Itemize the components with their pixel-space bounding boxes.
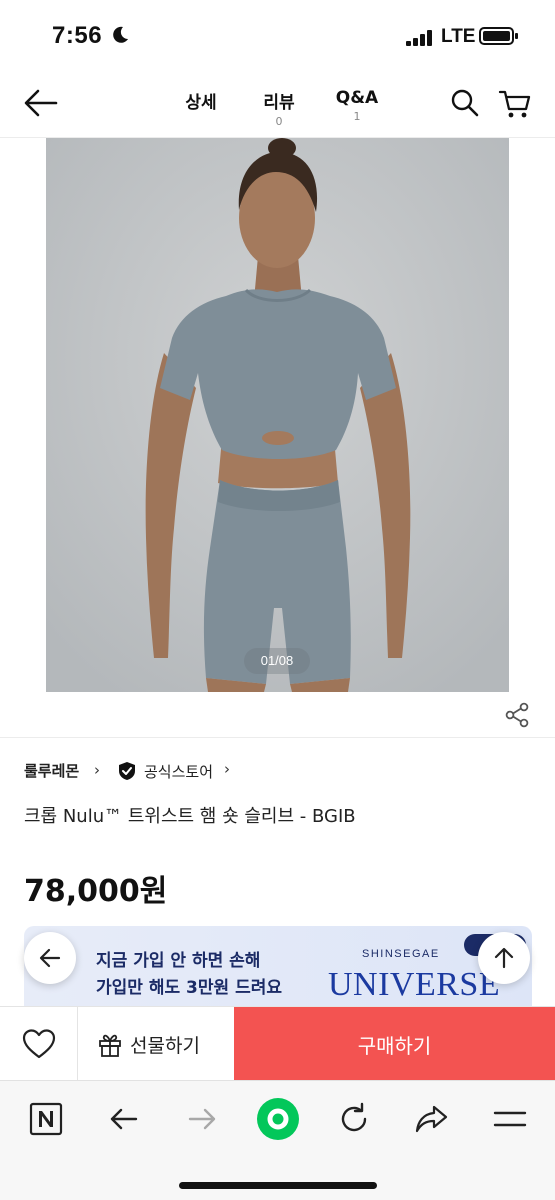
heart-icon bbox=[22, 1029, 56, 1059]
wishlist-button[interactable] bbox=[0, 1007, 78, 1081]
browser-forward-icon[interactable] bbox=[184, 1101, 220, 1137]
banner-line-1: 지금 가입 안 하면 손해 bbox=[96, 951, 261, 971]
moon-icon bbox=[113, 26, 128, 43]
floating-back-button[interactable] bbox=[24, 932, 76, 984]
gift-label: 선물하기 bbox=[130, 1035, 200, 1057]
arrow-left-icon bbox=[39, 948, 61, 968]
arrow-up-icon bbox=[494, 947, 514, 969]
cart-icon[interactable] bbox=[498, 88, 532, 120]
buy-button[interactable]: 구매하기 bbox=[234, 1007, 555, 1081]
search-icon[interactable] bbox=[450, 88, 480, 118]
tab-review[interactable]: 리뷰 0 bbox=[258, 88, 300, 128]
share-icon[interactable] bbox=[504, 702, 530, 728]
buy-label: 구매하기 bbox=[357, 1034, 432, 1058]
chevron-right-icon: › bbox=[224, 760, 230, 778]
chevron-right-icon: › bbox=[94, 761, 100, 779]
banner-brand-big: UNIVERSE bbox=[328, 966, 501, 1003]
image-counter: 01/08 bbox=[244, 648, 310, 674]
divider bbox=[0, 737, 555, 738]
official-store-label: 공식스토어 bbox=[144, 763, 214, 781]
gift-button[interactable]: 선물하기 bbox=[78, 1007, 234, 1081]
banner-brand-small: SHINSEGAE bbox=[362, 948, 440, 960]
battery-icon bbox=[479, 27, 518, 45]
purchase-bar: 선물하기 구매하기 bbox=[0, 1006, 555, 1081]
promo-banner[interactable]: 지금 가입 안 하면 손해 가입만 해도 3만원 드려요 SHINSEGAE U… bbox=[24, 926, 532, 1008]
green-dot-icon[interactable] bbox=[256, 1097, 300, 1141]
tab-qa-label: Q&A bbox=[335, 88, 379, 108]
shield-check-icon bbox=[119, 762, 135, 780]
brand-link[interactable]: 룰루레몬 bbox=[24, 760, 79, 781]
tab-review-count: 0 bbox=[275, 115, 283, 128]
menu-icon[interactable] bbox=[492, 1101, 528, 1137]
scroll-top-button[interactable] bbox=[478, 932, 530, 984]
banner-line-2: 가입만 해도 3만원 드려요 bbox=[96, 978, 282, 998]
top-nav: 상세 리뷰 0 Q&A 1 bbox=[0, 72, 555, 138]
tab-qa[interactable]: Q&A 1 bbox=[333, 88, 381, 123]
reload-icon[interactable] bbox=[336, 1101, 372, 1137]
tab-detail[interactable]: 상세 bbox=[182, 88, 220, 113]
status-bar: 7:56 LTE bbox=[0, 0, 555, 72]
model-photo bbox=[46, 138, 509, 692]
product-price: 78,000원 bbox=[24, 874, 168, 909]
tab-qa-count: 1 bbox=[353, 110, 361, 123]
product-title: 크롭 Nulu™ 트위스트 햄 숏 슬리브 - BGIB bbox=[24, 806, 356, 827]
browser-back-icon[interactable] bbox=[106, 1101, 142, 1137]
status-time: 7:56 bbox=[52, 22, 103, 49]
tab-review-label: 리뷰 bbox=[263, 93, 295, 113]
home-indicator bbox=[179, 1182, 377, 1189]
naver-home-icon[interactable] bbox=[28, 1101, 64, 1137]
network-type: LTE bbox=[441, 26, 476, 47]
gift-icon bbox=[99, 1034, 121, 1057]
product-image[interactable] bbox=[46, 138, 509, 692]
back-arrow-icon[interactable] bbox=[22, 86, 60, 120]
share-forward-icon[interactable] bbox=[414, 1101, 450, 1137]
tab-detail-label: 상세 bbox=[185, 93, 217, 113]
signal-icon bbox=[406, 30, 432, 46]
